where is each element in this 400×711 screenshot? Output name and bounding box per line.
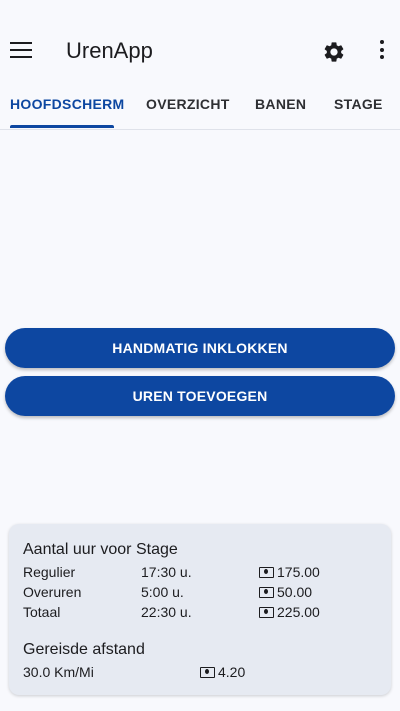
cash-icon (259, 566, 274, 578)
row-time: 5:00 u. (141, 584, 184, 600)
row-amount: 175.00 (277, 564, 320, 580)
table-row: 30.0 Km/Mi 4.20 (23, 664, 383, 682)
menu-icon[interactable] (10, 42, 32, 60)
active-tab-indicator (10, 125, 114, 128)
clock-in-button[interactable]: HANDMATIG INKLOKKEN (5, 328, 395, 368)
cash-icon (259, 586, 274, 598)
table-row: Overuren 5:00 u. 50.00 (23, 584, 383, 602)
cash-icon (259, 606, 274, 618)
row-label: Totaal (23, 604, 61, 620)
app-bar: UrenApp (0, 0, 400, 88)
row-amount: 50.00 (277, 584, 313, 600)
more-vert-icon[interactable] (372, 40, 392, 64)
row-time: 17:30 u. (141, 564, 192, 580)
tab-stage[interactable]: STAGE (334, 96, 383, 112)
distance-section-title: Gereisde afstand (23, 641, 145, 658)
distance-value: 30.0 Km/Mi (23, 664, 94, 680)
add-hours-button[interactable]: UREN TOEVOEGEN (5, 376, 395, 416)
hours-section-title: Aantal uur voor Stage (23, 541, 178, 558)
row-label: Overuren (23, 584, 82, 600)
cash-icon (200, 666, 215, 678)
row-label: Regulier (23, 564, 76, 580)
summary-card: Aantal uur voor Stage Regulier 17:30 u. … (9, 524, 391, 695)
gear-icon[interactable] (322, 40, 346, 64)
table-row: Regulier 17:30 u. 175.00 (23, 564, 383, 582)
app-title: UrenApp (66, 38, 153, 63)
tab-bar: HOOFDSCHERM OVERZICHT BANEN STAGE (0, 88, 400, 130)
tab-banen[interactable]: BANEN (255, 96, 306, 112)
tab-overzicht[interactable]: OVERZICHT (146, 96, 230, 112)
tab-hoofdscherm[interactable]: HOOFDSCHERM (10, 96, 125, 112)
distance-amount: 4.20 (218, 664, 246, 680)
row-amount: 225.00 (277, 604, 320, 620)
row-time: 22:30 u. (141, 604, 192, 620)
table-row: Totaal 22:30 u. 225.00 (23, 604, 383, 622)
